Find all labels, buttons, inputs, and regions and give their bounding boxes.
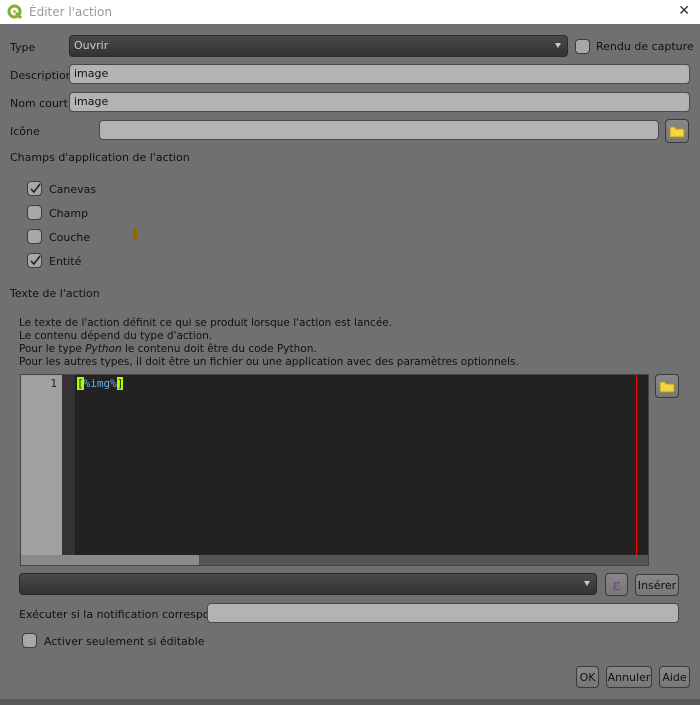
type-combo[interactable]: Ouvrir: [69, 35, 568, 57]
bracket: ]: [116, 377, 124, 390]
title-bar: Éditer l'action ✕: [0, 0, 700, 24]
field-combo[interactable]: [19, 573, 597, 595]
capture-label: Rendu de capture: [596, 40, 694, 53]
help-line: Le contenu dépend du type d'action.: [19, 330, 213, 342]
notification-label: Exécuter si la notification correspond.: [19, 608, 227, 621]
cancel-button[interactable]: Annuler: [606, 666, 652, 688]
description-label: Description: [10, 69, 73, 82]
fold-margin: [62, 375, 75, 555]
action-text-title: Texte de l'action: [10, 287, 100, 300]
expression-token: %img%: [83, 377, 117, 390]
icon-browse-button[interactable]: [665, 119, 689, 143]
checkmark-icon: [30, 183, 41, 194]
help-python: Python: [85, 343, 122, 355]
action-help-text: Le texte de l'action définit ce qui se p…: [19, 317, 519, 369]
help-text: Pour le type: [19, 343, 86, 355]
notification-input[interactable]: [207, 603, 679, 623]
scope-entite-label: Entité: [49, 255, 82, 268]
scope-couche-checkbox[interactable]: [27, 229, 42, 244]
edge-line: [636, 375, 637, 555]
scope-champ-checkbox[interactable]: [27, 205, 42, 220]
code-browse-button[interactable]: [655, 374, 679, 398]
capture-checkbox[interactable]: [575, 39, 590, 54]
folder-icon: [659, 381, 675, 392]
scope-canevas-label: Canevas: [49, 183, 97, 196]
horizontal-scrollbar[interactable]: [21, 555, 648, 565]
chevron-down-icon: [584, 581, 590, 586]
help-line: Pour le type Python le contenu doit être…: [19, 343, 519, 356]
bottom-border: [0, 699, 700, 705]
help-line: Le texte de l'action définit ce qui se p…: [19, 317, 393, 329]
ok-button[interactable]: OK: [576, 666, 599, 688]
window-title: Éditer l'action: [29, 5, 112, 19]
help-line: Pour les autres types, il doit être un f…: [19, 356, 519, 368]
editable-only-checkbox[interactable]: [22, 633, 37, 648]
code-line: [%img%]: [77, 377, 124, 390]
scope-champ-label: Champ: [49, 207, 89, 220]
line-number-gutter: 1: [21, 375, 62, 555]
help-button[interactable]: Aide: [659, 666, 690, 688]
bracket: [: [77, 377, 84, 390]
close-icon[interactable]: ✕: [678, 3, 690, 19]
editable-only-label: Activer seulement si éditable: [44, 635, 205, 648]
chevron-down-icon: [555, 43, 561, 48]
insert-button[interactable]: Insérer: [635, 574, 679, 596]
scope-canevas-checkbox[interactable]: [27, 181, 42, 196]
checkmark-icon: [30, 255, 41, 266]
code-editor[interactable]: 1 [%img%]: [20, 374, 649, 566]
icon-path-input[interactable]: [99, 120, 659, 140]
folder-icon: [669, 126, 685, 137]
qgis-logo-icon: [7, 4, 23, 20]
short-name-label: Nom court: [10, 97, 68, 110]
scope-couche-label: Couche: [49, 231, 91, 244]
scrollbar-thumb[interactable]: [21, 555, 199, 565]
scope-entite-checkbox[interactable]: [27, 253, 42, 268]
indicator-mark: [134, 228, 137, 239]
icon-label: Icône: [10, 125, 40, 138]
line-number: 1: [50, 377, 57, 390]
help-text: le contenu doit être du code Python.: [121, 343, 317, 355]
scopes-title: Champs d'application de l'action: [10, 151, 190, 164]
type-label: Type: [10, 41, 36, 54]
description-input[interactable]: image: [69, 64, 690, 84]
short-name-input[interactable]: image: [69, 92, 690, 112]
type-value: Ouvrir: [74, 39, 109, 52]
expression-button[interactable]: ε: [605, 573, 628, 596]
